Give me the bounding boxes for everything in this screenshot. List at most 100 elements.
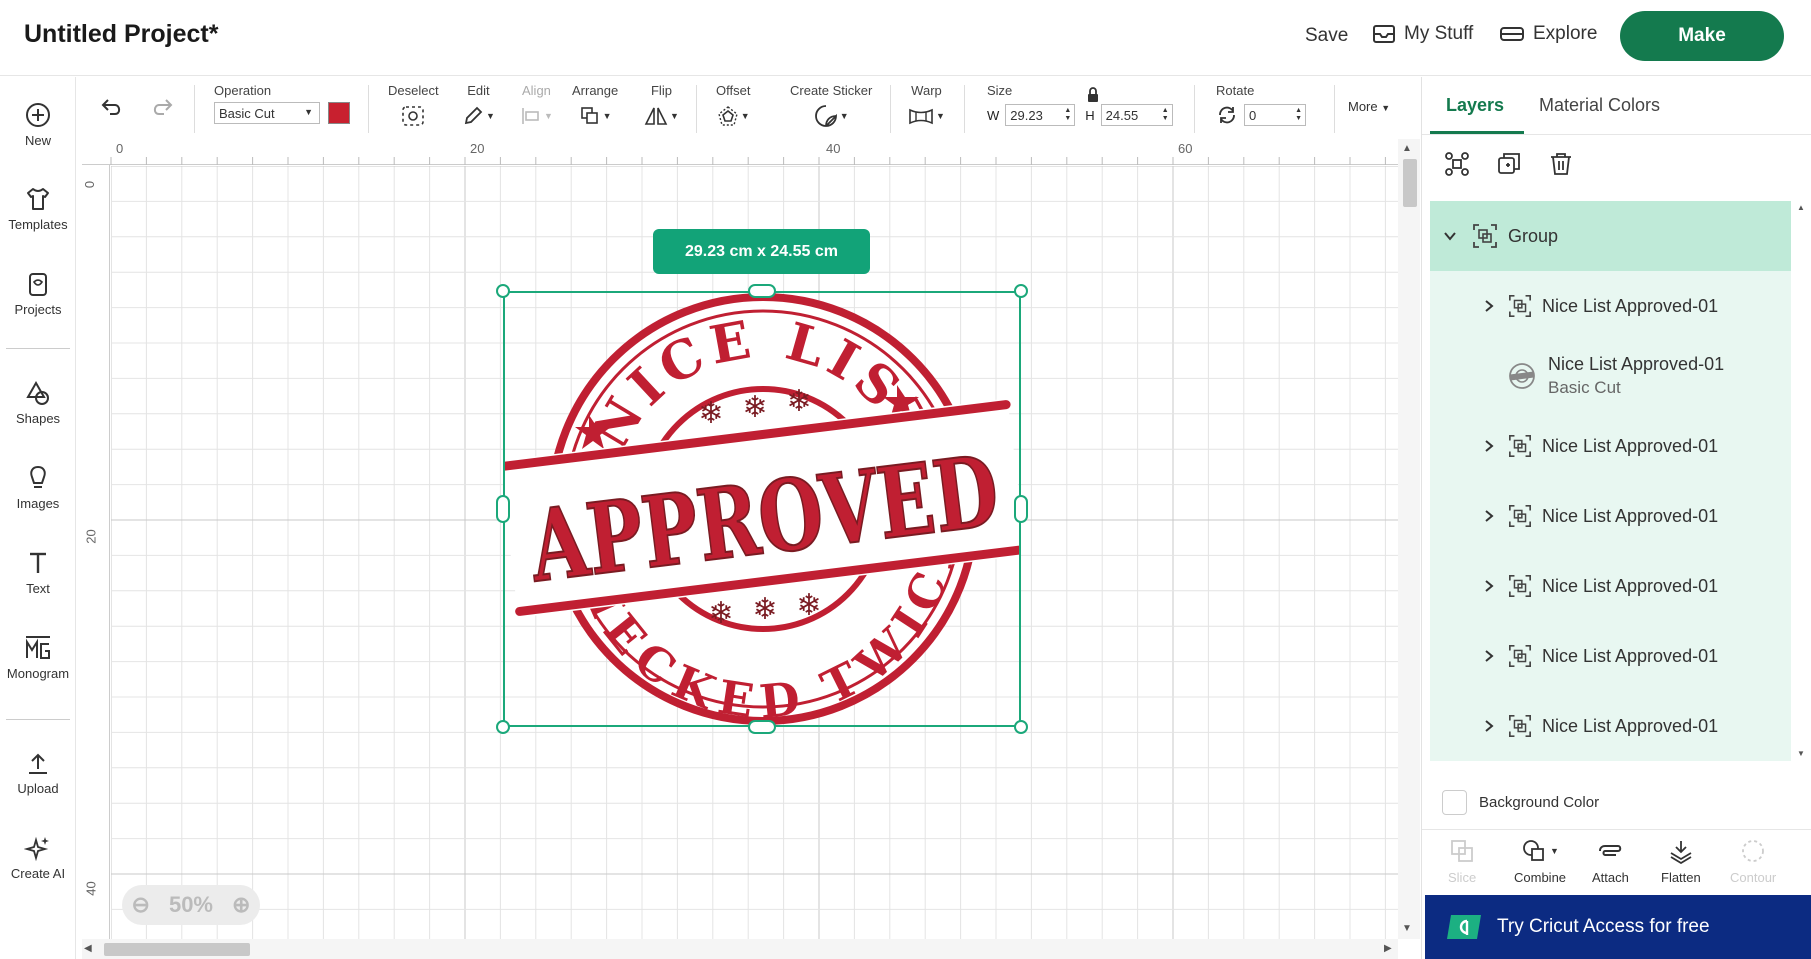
more-button[interactable]: More ▼ bbox=[1348, 99, 1390, 114]
try-cricut-access-banner[interactable]: Try Cricut Access for free bbox=[1425, 895, 1811, 959]
machine-icon bbox=[1499, 25, 1525, 43]
sidebar-item-templates[interactable]: Templates bbox=[0, 185, 76, 232]
operation-color-swatch[interactable] bbox=[328, 102, 350, 124]
resize-handle[interactable] bbox=[496, 495, 510, 523]
spinner-icon[interactable]: ▲ ▼ bbox=[1295, 107, 1302, 123]
offset-button[interactable]: Offset ▼ bbox=[716, 83, 750, 128]
undo-button[interactable] bbox=[100, 97, 124, 117]
layers-scrollbar[interactable]: ▲ ▼ bbox=[1791, 201, 1811, 761]
undo-icon bbox=[101, 99, 121, 115]
sidebar-item-label: Shapes bbox=[15, 411, 61, 426]
spinner-icon[interactable]: ▲ ▼ bbox=[1064, 107, 1071, 123]
flatten-button[interactable]: Flatten bbox=[1661, 838, 1701, 885]
layer-row[interactable]: Nice List Approved-01 bbox=[1430, 481, 1791, 551]
combine-label: Combine bbox=[1514, 870, 1567, 885]
my-stuff-label: My Stuff bbox=[1404, 23, 1474, 44]
selection-box[interactable] bbox=[503, 291, 1021, 727]
warp-label: Warp bbox=[911, 83, 942, 98]
rotate-input[interactable]: 0 ▲ ▼ bbox=[1244, 104, 1306, 126]
deselect-button[interactable]: Deselect bbox=[388, 83, 439, 128]
layer-row[interactable]: Nice List Approved-01 bbox=[1430, 411, 1791, 481]
height-input[interactable]: 24.55 ▲ ▼ bbox=[1100, 104, 1173, 126]
resize-handle[interactable] bbox=[748, 720, 776, 734]
resize-handle[interactable] bbox=[1014, 284, 1028, 298]
sidebar-item-images[interactable]: Images bbox=[0, 464, 76, 511]
resize-handle[interactable] bbox=[496, 284, 510, 298]
sidebar-item-new[interactable]: New bbox=[0, 101, 76, 148]
redo-button[interactable] bbox=[150, 97, 174, 117]
resize-handle[interactable] bbox=[1014, 495, 1028, 523]
chevron-right-icon[interactable] bbox=[1482, 298, 1496, 314]
attach-button[interactable]: Attach bbox=[1592, 838, 1629, 885]
chevron-right-icon[interactable] bbox=[1482, 508, 1496, 524]
save-button[interactable]: Save bbox=[1305, 25, 1348, 47]
layer-row[interactable]: Nice List Approved-01 bbox=[1430, 551, 1791, 621]
chevron-right-icon[interactable] bbox=[1482, 718, 1496, 734]
sidebar-item-create-ai[interactable]: Create AI bbox=[0, 834, 76, 881]
lock-icon[interactable] bbox=[1086, 87, 1100, 103]
scroll-left-icon[interactable]: ◀ bbox=[84, 943, 92, 954]
zoom-out-icon[interactable]: ⊖ bbox=[132, 892, 150, 918]
width-input[interactable]: 29.23 ▲ ▼ bbox=[1005, 104, 1076, 126]
ungroup-icon[interactable] bbox=[1444, 151, 1470, 177]
deselect-label: Deselect bbox=[388, 83, 439, 98]
scroll-up-icon[interactable]: ▲ bbox=[1797, 203, 1805, 212]
contour-button[interactable]: Contour bbox=[1730, 838, 1776, 885]
chevron-down-icon: ▼ bbox=[839, 111, 849, 121]
arrange-button[interactable]: Arrange ▼ bbox=[572, 83, 618, 128]
tab-material-colors[interactable]: Material Colors bbox=[1539, 95, 1660, 116]
layer-row[interactable]: Nice List Approved-01 bbox=[1430, 271, 1791, 341]
trash-icon[interactable] bbox=[1548, 151, 1574, 177]
explore-button[interactable]: Explore bbox=[1499, 23, 1597, 45]
scroll-down-icon[interactable]: ▼ bbox=[1402, 923, 1412, 934]
layer-row[interactable]: Nice List Approved-01 bbox=[1430, 691, 1791, 761]
tab-layers[interactable]: Layers bbox=[1446, 95, 1504, 116]
background-color-checkbox[interactable] bbox=[1442, 790, 1467, 815]
resize-handle[interactable] bbox=[748, 284, 776, 298]
warp-button[interactable]: Warp ▼ bbox=[908, 83, 945, 128]
spinner-icon[interactable]: ▲ ▼ bbox=[1162, 107, 1169, 123]
align-button[interactable]: Align ▼ bbox=[520, 83, 553, 128]
scroll-thumb[interactable] bbox=[1403, 159, 1417, 207]
chevron-right-icon[interactable] bbox=[1482, 438, 1496, 454]
layer-group-row[interactable]: Group bbox=[1430, 201, 1791, 271]
combine-icon bbox=[1523, 840, 1544, 861]
flip-button[interactable]: Flip ▼ bbox=[644, 83, 679, 128]
ruler-label: 0 bbox=[116, 141, 124, 156]
sidebar-item-projects[interactable]: Projects bbox=[0, 270, 76, 317]
scroll-right-icon[interactable]: ▶ bbox=[1384, 943, 1392, 954]
background-color-toggle[interactable]: Background Color bbox=[1442, 790, 1599, 815]
vertical-scrollbar[interactable]: ▲ ▼ bbox=[1398, 139, 1420, 939]
edit-button[interactable]: Edit ▼ bbox=[462, 83, 495, 128]
rotate-icon[interactable] bbox=[1216, 104, 1238, 126]
chevron-right-icon[interactable] bbox=[1482, 648, 1496, 664]
operation-select[interactable]: Basic Cut ▼ bbox=[214, 102, 320, 124]
horizontal-scrollbar[interactable]: ◀ ▶ bbox=[82, 939, 1398, 959]
my-stuff-button[interactable]: My Stuff bbox=[1372, 23, 1473, 45]
more-label: More bbox=[1348, 99, 1378, 114]
chevron-right-icon[interactable] bbox=[1482, 578, 1496, 594]
layer-name: Nice List Approved-01 bbox=[1542, 715, 1719, 736]
resize-handle[interactable] bbox=[496, 720, 510, 734]
scroll-up-icon[interactable]: ▲ bbox=[1402, 143, 1412, 154]
design-canvas[interactable]: 0 20 40 60 0 20 40 29.23 cm x 24.55 cm N… bbox=[82, 139, 1420, 959]
chevron-down-icon: ▼ bbox=[486, 111, 495, 121]
chevron-down-icon[interactable] bbox=[1442, 228, 1458, 244]
duplicate-icon[interactable] bbox=[1496, 151, 1522, 177]
rotate-group: Rotate 0 ▲ ▼ bbox=[1216, 83, 1306, 126]
layer-row[interactable]: Nice List Approved-01 bbox=[1430, 621, 1791, 691]
sidebar-item-upload[interactable]: Upload bbox=[0, 749, 76, 796]
create-sticker-button[interactable]: Create Sticker ▼ bbox=[790, 83, 872, 128]
zoom-in-icon[interactable]: ⊕ bbox=[232, 892, 250, 918]
project-title[interactable]: Untitled Project* bbox=[24, 20, 218, 49]
scroll-thumb[interactable] bbox=[104, 943, 250, 956]
sidebar-item-text[interactable]: Text bbox=[0, 549, 76, 596]
sidebar-item-shapes[interactable]: Shapes bbox=[0, 379, 76, 426]
resize-handle[interactable] bbox=[1014, 720, 1028, 734]
layer-row[interactable]: Nice List Approved-01 Basic Cut bbox=[1430, 341, 1791, 411]
scroll-down-icon[interactable]: ▼ bbox=[1797, 749, 1805, 758]
make-button[interactable]: Make bbox=[1620, 11, 1784, 61]
slice-button[interactable]: Slice bbox=[1448, 838, 1476, 885]
sidebar-item-monogram[interactable]: Monogram bbox=[0, 634, 76, 681]
combine-button[interactable]: ▼ Combine bbox=[1514, 838, 1566, 885]
